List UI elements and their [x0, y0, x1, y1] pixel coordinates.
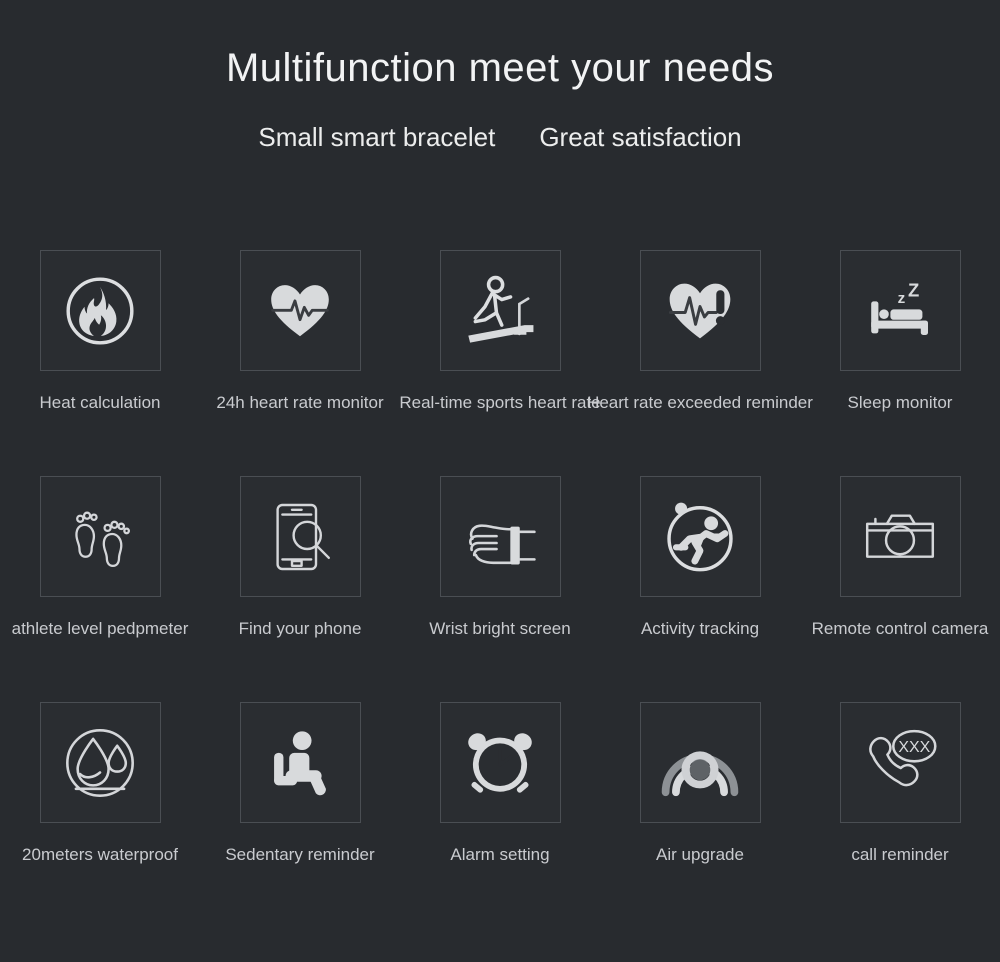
feature-item[interactable]: z Z Sleep monitor: [800, 250, 1000, 413]
svg-text:z: z: [898, 290, 906, 307]
feature-icon-tile: [439, 702, 561, 823]
feature-label: Heart rate exceeded reminder: [587, 393, 813, 412]
heart-alert-icon: [663, 274, 737, 348]
feature-item[interactable]: 20meters waterproof: [0, 702, 200, 865]
feature-label: Wrist bright screen: [429, 619, 571, 638]
feature-icon-tile: [639, 702, 761, 823]
feature-icon-tile: [639, 476, 761, 597]
feature-item[interactable]: XXX call reminder: [800, 702, 1000, 865]
promo-feature-page: Multifunction meet your needs Small smar…: [0, 0, 1000, 962]
feature-icon-tile: [239, 702, 361, 823]
feature-label: Alarm setting: [450, 845, 550, 864]
footprints-icon: [62, 499, 138, 575]
feature-icon-tile: [639, 250, 761, 371]
feature-item[interactable]: Wrist bright screen: [400, 476, 600, 639]
flame-circle-icon: [57, 268, 143, 354]
phone-search-icon: [260, 497, 340, 577]
subtitle-left: Small smart bracelet: [258, 122, 496, 152]
feature-row: Heat calculation 24h heart rate monitor: [0, 250, 1000, 476]
heart-pulse-icon: [264, 275, 336, 347]
feature-item[interactable]: Real-time sports heart rate: [399, 250, 601, 413]
svg-text:Z: Z: [908, 279, 919, 300]
wireless-waves-icon: [657, 720, 743, 806]
feature-icon-tile: [839, 476, 961, 597]
phone-call-bubble-icon: XXX: [858, 721, 942, 805]
runner-circle-icon: [657, 494, 743, 580]
feature-icon-tile: [39, 476, 161, 597]
feature-icon-tile: [39, 250, 161, 371]
feature-icon-tile: [439, 476, 561, 597]
treadmill-runner-icon: [456, 267, 544, 355]
feature-item[interactable]: Heat calculation: [0, 250, 200, 413]
feature-item[interactable]: Activity tracking: [600, 476, 800, 639]
wrist-raise-icon: [457, 494, 543, 580]
feature-item[interactable]: Heart rate exceeded reminder: [587, 250, 813, 413]
feature-label: athlete level pedpmeter: [11, 619, 189, 638]
subtitle-right: Great satisfaction: [539, 122, 742, 152]
feature-grid: Heat calculation 24h heart rate monitor: [0, 250, 1000, 928]
feature-item[interactable]: Alarm setting: [400, 702, 600, 865]
svg-text:XXX: XXX: [898, 739, 930, 756]
feature-icon-tile: [239, 250, 361, 371]
bed-sleep-icon: z Z: [860, 271, 940, 351]
feature-row: 20meters waterproof Sedentary reminder A…: [0, 702, 1000, 928]
feature-row: athlete level pedpmeter Find your phone …: [0, 476, 1000, 702]
feature-label: Activity tracking: [640, 619, 760, 638]
feature-label: Air upgrade: [656, 845, 744, 864]
feature-item[interactable]: Sedentary reminder: [200, 702, 400, 865]
feature-item[interactable]: athlete level pedpmeter: [0, 476, 200, 639]
feature-icon-tile: [239, 476, 361, 597]
page-title: Multifunction meet your needs: [225, 46, 775, 90]
feature-item[interactable]: Find your phone: [200, 476, 400, 639]
feature-label: Remote control camera: [811, 619, 989, 638]
feature-label: 20meters waterproof: [22, 845, 178, 864]
water-drop-circle-icon: [57, 720, 143, 806]
feature-item[interactable]: Remote control camera: [800, 476, 1000, 639]
feature-icon-tile: [39, 702, 161, 823]
feature-label: call reminder: [851, 845, 949, 864]
feature-icon-tile: XXX: [839, 702, 961, 823]
feature-label: Real-time sports heart rate: [399, 393, 601, 412]
feature-label: Find your phone: [238, 619, 362, 638]
page-subtitle: Small smart bracelet Great satisfaction: [0, 123, 1000, 152]
feature-label: Heat calculation: [39, 393, 161, 412]
feature-label: Sleep monitor: [847, 393, 953, 412]
feature-icon-tile: [439, 250, 561, 371]
camera-icon: [859, 496, 941, 578]
feature-label: Sedentary reminder: [225, 845, 375, 864]
feature-label: 24h heart rate monitor: [216, 393, 384, 412]
alarm-clock-icon: [459, 722, 541, 804]
seated-person-icon: [264, 727, 336, 799]
feature-item[interactable]: Air upgrade: [600, 702, 800, 865]
feature-icon-tile: z Z: [839, 250, 961, 371]
feature-item[interactable]: 24h heart rate monitor: [200, 250, 400, 413]
